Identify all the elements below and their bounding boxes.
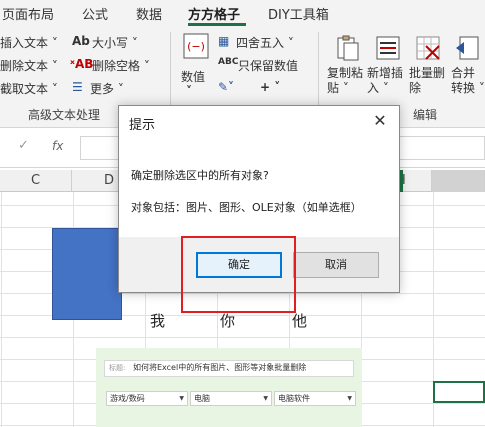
embedded-title-label: 标题: [109,364,126,372]
number-icon: (−) [183,33,209,59]
cell-ta[interactable]: 他 [292,310,307,331]
merge-icon [456,36,479,60]
dialog-message: 确定删除选区中的所有对象? [131,169,269,182]
column-header-selected[interactable] [432,170,485,192]
select-value: 游戏/数码 [110,394,145,403]
selected-cell[interactable] [433,381,485,403]
embedded-select-subcategory: 电脑 ▼ [190,391,272,406]
insert-text-button[interactable]: 插入文本 ˅ [0,34,58,51]
extract-text-button[interactable]: 截取文本 ˅ [0,80,58,97]
column-label: D [104,173,115,188]
number-dropdown-icon[interactable]: ˅ [186,84,192,98]
svg-text:(−): (−) [187,40,205,53]
dialog-body: 确定删除选区中的所有对象? 对象包括：图片、图形、OLE对象（如单选框） [119,137,399,237]
embedded-picture[interactable]: 标题: 如何将Excel中的所有图片、图形等对象批量删除 游戏/数码 ▼ 电脑 ▼ … [96,348,362,427]
close-icon[interactable]: ✕ [367,109,393,133]
dropdown-arrow-icon: ▼ [347,395,352,402]
embedded-select-topic: 电脑软件 ▼ [274,391,356,406]
select-value: 电脑 [194,394,210,403]
case-button[interactable]: 大小写 ˅ [92,34,138,51]
dialog-title: 提示 [129,118,156,133]
delete-space-icon: ˣAB [70,57,94,71]
tab-fangfanggezi[interactable]: 方方格子 [188,4,240,23]
embedded-title-text: 如何将Excel中的所有图片、图形等对象批量删除 [133,363,307,372]
ribbon-tab-bar: 页面布局 公式 数据 方方格子 DIY工具箱 [0,0,485,26]
copy-paste-icon [337,35,359,61]
dialog-detail: 对象包括：图片、图形、OLE对象（如单选框） [131,201,362,214]
column-selection-marker [400,170,403,192]
dropdown-arrow-icon: ▼ [263,395,268,402]
round-button[interactable]: 四舍五入 ˅ [236,34,294,51]
number-button[interactable]: 数值 [181,68,205,85]
formula-buttons: ✓ fx [0,136,78,160]
edit-icon[interactable]: ✎˅ [218,80,234,94]
embedded-title-box: 标题: 如何将Excel中的所有图片、图形等对象批量删除 [104,360,354,377]
tab-formulas[interactable]: 公式 [82,4,108,23]
tab-page-layout[interactable]: 页面布局 [2,4,54,23]
case-icon: Ab [72,34,90,48]
plus-button[interactable]: + ˅ [260,80,280,94]
dropdown-arrow-icon: ▼ [179,395,184,402]
tab-data[interactable]: 数据 [136,4,162,23]
more-icon: ☰ [72,80,83,94]
group-label-edit: 编辑 [413,108,438,122]
fx-icon[interactable]: fx [52,139,63,153]
group-label-text: 高级文本处理 [28,108,101,122]
select-value: 电脑软件 [278,394,310,403]
keep-value-button[interactable]: 只保留数值 [238,57,298,74]
cell-wo[interactable]: 我 [150,310,165,331]
tab-diy-toolbox[interactable]: DIY工具箱 [268,4,329,23]
more-button[interactable]: 更多 ˅ [90,80,124,97]
insert-icon [376,36,400,60]
batch-delete-icon [416,36,440,60]
keep-value-icon: ABC [218,57,239,67]
red-highlight-box [181,236,296,313]
delete-text-button[interactable]: 删除文本 ˅ [0,57,58,74]
embedded-select-category: 游戏/数码 ▼ [106,391,188,406]
dialog-titlebar[interactable]: 提示 ✕ [119,106,399,137]
blue-rectangle-shape[interactable] [52,228,122,320]
copy-paste-button[interactable]: 复制粘贴 ˅ [327,66,367,96]
column-label: C [30,173,41,188]
round-icon: ▦ [218,34,230,48]
merge-button[interactable]: 合并转换 ˅ [451,66,485,96]
cell-ni[interactable]: 你 [220,310,235,331]
insert-button[interactable]: 新增插入 ˅ [367,66,407,96]
cancel-button[interactable]: 取消 [293,252,379,278]
delete-space-button[interactable]: 删除空格 ˅ [92,57,150,74]
batch-delete-button[interactable]: 批量删除 [409,66,449,96]
column-header-C[interactable]: C [0,170,72,192]
confirm-icon[interactable]: ✓ [18,138,29,153]
